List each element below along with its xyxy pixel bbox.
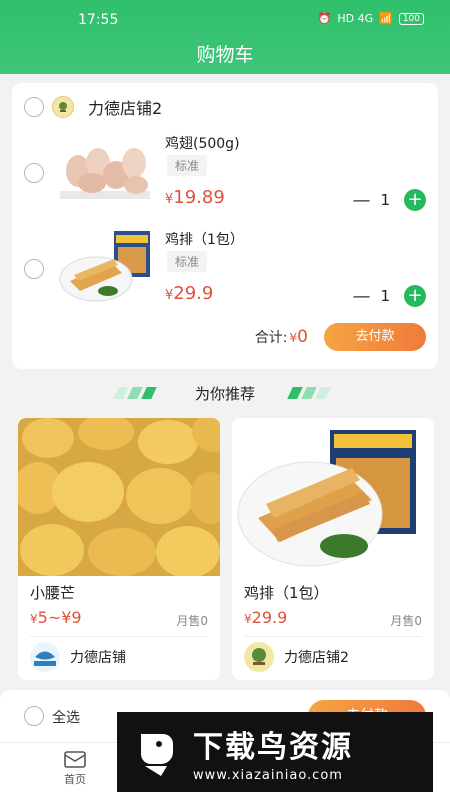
wifi-icon: 📶 <box>379 12 393 25</box>
quantity-stepper: — 1 + <box>352 285 426 307</box>
item-name: 鸡翅(500g) <box>165 136 240 152</box>
product-store[interactable]: 力德店铺 <box>30 642 126 672</box>
quantity-stepper: — 1 + <box>352 189 426 211</box>
store-name: 力德店铺 <box>70 650 126 666</box>
product-image-chicken-wings[interactable] <box>56 133 152 213</box>
quantity-value: 1 <box>380 287 390 305</box>
cart-item: 鸡翅(500g) 标准 ¥19.89 — 1 + <box>12 127 438 219</box>
tab-home[interactable]: 首页 <box>50 747 100 787</box>
product-image-mango <box>18 418 220 578</box>
total-label: 合计: <box>254 330 288 346</box>
item-price: ¥29.9 <box>165 283 214 304</box>
decrease-button[interactable]: — <box>352 286 370 307</box>
store-logo <box>30 642 60 672</box>
battery-icon: 100 <box>398 12 424 25</box>
item-spec: 标准 <box>167 251 208 272</box>
store-logo <box>244 642 274 672</box>
status-icons: ⏰ HD 4G 📶 100 <box>318 12 424 25</box>
watermark-url: www.xiazainiao.com <box>193 767 343 783</box>
item-name: 鸡排（1包） <box>165 232 244 248</box>
cart-store-card: 力德店铺2 鸡翅(500g) 标准 ¥19.89 — 1 + 鸡排（1包） 标准… <box>12 83 438 369</box>
home-icon <box>63 749 87 769</box>
store-total-row: 合计: ¥0 去付款 <box>255 323 426 351</box>
watermark-title: 下载鸟资源 <box>193 729 353 765</box>
item-select-radio[interactable] <box>24 259 44 279</box>
product-card[interactable]: 鸡排（1包） ¥29.9 月售0 力德店铺2 <box>232 418 434 680</box>
product-price: ¥29.9 <box>244 608 288 627</box>
store-header[interactable]: 力德店铺2 <box>24 95 162 119</box>
product-image-chicken-cutlet <box>232 418 434 576</box>
app-header: 17:55 ⏰ HD 4G 📶 100 购物车 <box>0 0 450 74</box>
product-name: 鸡排（1包） <box>244 584 329 602</box>
item-select-radio[interactable] <box>24 163 44 183</box>
store-pay-button[interactable]: 去付款 <box>324 323 426 351</box>
product-price: ¥5~¥9 <box>30 608 82 627</box>
store-name: 力德店铺2 <box>284 650 349 666</box>
signal-icon: HD 4G <box>337 12 374 25</box>
product-card[interactable]: 小腰芒 ¥5~¥9 月售0 力德店铺 <box>18 418 220 680</box>
tab-home-label: 首页 <box>64 773 86 786</box>
bird-logo-icon <box>127 722 187 782</box>
quantity-value: 1 <box>380 191 390 209</box>
select-all-radio[interactable] <box>24 706 44 726</box>
select-all-label[interactable]: 全选 <box>52 707 80 727</box>
item-price: ¥19.89 <box>165 187 225 208</box>
store-select-radio[interactable] <box>24 97 44 117</box>
title-decoration-right <box>287 387 331 399</box>
watermark-overlay: 下载鸟资源 www.xiazainiao.com <box>117 712 433 792</box>
status-time: 17:55 <box>78 12 119 28</box>
store-logo <box>52 96 74 118</box>
cart-item: 鸡排（1包） 标准 ¥29.9 — 1 + <box>12 223 438 315</box>
decrease-button[interactable]: — <box>352 190 370 211</box>
status-bar: 17:55 ⏰ HD 4G 📶 100 <box>0 10 450 34</box>
alarm-icon: ⏰ <box>317 12 332 25</box>
monthly-sales: 月售0 <box>390 614 422 628</box>
divider <box>30 636 208 637</box>
store-name: 力德店铺2 <box>88 99 163 118</box>
monthly-sales: 月售0 <box>176 614 208 628</box>
total-value: ¥0 <box>289 327 308 347</box>
product-image-chicken-cutlet[interactable] <box>56 229 152 309</box>
increase-button[interactable]: + <box>404 189 426 211</box>
increase-button[interactable]: + <box>404 285 426 307</box>
divider <box>244 636 422 637</box>
recommend-title: 为你推荐 <box>194 385 255 403</box>
product-store[interactable]: 力德店铺2 <box>244 642 349 672</box>
item-spec: 标准 <box>167 155 208 176</box>
product-name: 小腰芒 <box>30 584 76 602</box>
page-title: 购物车 <box>196 44 254 66</box>
